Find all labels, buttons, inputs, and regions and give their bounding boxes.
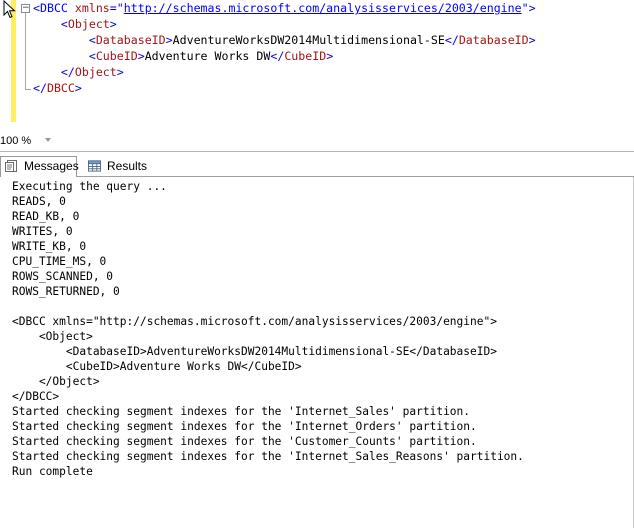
message-line: <Object> bbox=[12, 330, 93, 343]
code-token: AdventureWorksDW2014Multidimensional-SE bbox=[172, 33, 445, 47]
zoom-level[interactable]: 100 % bbox=[0, 135, 31, 147]
code-token: DatabaseID bbox=[95, 33, 166, 47]
message-line: Executing the query ... bbox=[12, 180, 167, 193]
message-line: READS, 0 bbox=[12, 195, 66, 208]
messages-pane[interactable]: Executing the query ... READS, 0 READ_KB, … bbox=[0, 177, 634, 528]
message-line: </Object> bbox=[12, 375, 100, 388]
results-tab-strip: Messages Results bbox=[0, 156, 634, 177]
code-token: =" bbox=[109, 1, 124, 15]
code-token: CubeID bbox=[95, 49, 138, 63]
code-line: <DBCC xmlns="http://schemas.microsoft.co… bbox=[33, 0, 536, 16]
code-token: CubeID bbox=[284, 49, 327, 63]
code-token: Adventure Works DW bbox=[144, 49, 271, 63]
code-token: < bbox=[88, 33, 96, 47]
zoom-bar: 100 % bbox=[0, 132, 634, 151]
code-token: </ bbox=[60, 65, 75, 79]
fold-guide-end bbox=[25, 89, 31, 90]
code-token: > bbox=[137, 49, 145, 63]
message-line: Run complete bbox=[12, 465, 93, 478]
code-line: <Object> bbox=[33, 16, 117, 32]
code-line: <DatabaseID>AdventureWorksDW2014Multidim… bbox=[33, 32, 536, 48]
message-line: ROWS_SCANNED, 0 bbox=[12, 270, 114, 283]
message-line: WRITE_KB, 0 bbox=[12, 240, 87, 253]
message-line: Started checking segment indexes for the… bbox=[12, 405, 471, 418]
code-line: </DBCC> bbox=[33, 80, 82, 96]
code-token: </ bbox=[270, 49, 285, 63]
code-token: > bbox=[165, 33, 173, 47]
message-line: Started checking segment indexes for the… bbox=[12, 450, 524, 463]
code-token: <DBCC bbox=[33, 1, 75, 15]
message-line bbox=[12, 299, 524, 314]
tab-results[interactable]: Results bbox=[84, 157, 148, 176]
code-token: </ bbox=[444, 33, 459, 47]
grid-icon bbox=[88, 160, 101, 172]
messages-output: Executing the query ... READS, 0 READ_KB, … bbox=[12, 179, 524, 479]
mouse-cursor-icon bbox=[3, 0, 16, 19]
message-line: <DatabaseID>AdventureWorksDW2014Multidim… bbox=[12, 345, 497, 358]
collapse-icon[interactable]: − bbox=[21, 4, 30, 13]
code-line: </Object> bbox=[33, 64, 124, 80]
code-token: DBCC bbox=[46, 81, 75, 95]
messages-icon bbox=[5, 160, 17, 172]
message-line: READ_KB, 0 bbox=[12, 210, 80, 223]
message-line: WRITES, 0 bbox=[12, 225, 73, 238]
code-line: <CubeID>Adventure Works DW</CubeID> bbox=[33, 48, 333, 64]
tab-messages-label: Messages bbox=[24, 159, 79, 173]
code-token: > bbox=[528, 33, 536, 47]
code-token: > bbox=[326, 49, 334, 63]
tab-results-label: Results bbox=[107, 159, 148, 173]
tab-messages[interactable]: Messages bbox=[0, 156, 79, 177]
fold-guide-line bbox=[25, 13, 26, 90]
code-token: </ bbox=[33, 81, 47, 95]
message-line: <DBCC xmlns="http://schemas.microsoft.co… bbox=[12, 315, 497, 328]
message-line: <CubeID>Adventure Works DW</CubeID> bbox=[12, 360, 302, 373]
message-line: ROWS_RETURNED, 0 bbox=[12, 285, 120, 298]
code-token: "> bbox=[521, 1, 536, 15]
code-token: > bbox=[74, 81, 82, 95]
code-token: < bbox=[88, 49, 96, 63]
message-line: Started checking segment indexes for the… bbox=[12, 435, 477, 448]
code-token: DatabaseID bbox=[458, 33, 529, 47]
code-token: < bbox=[60, 17, 68, 31]
code-link[interactable]: http://schemas.microsoft.com/analysisser… bbox=[124, 1, 522, 15]
code-token: xmlns bbox=[74, 1, 110, 15]
query-editor[interactable]: − <DBCC xmlns="http://schemas.microsoft.… bbox=[0, 0, 634, 132]
code-token: Object bbox=[67, 17, 110, 31]
message-line: CPU_TIME_MS, 0 bbox=[12, 255, 107, 268]
code-token: Object bbox=[74, 65, 117, 79]
message-line: Started checking segment indexes for the… bbox=[12, 420, 477, 433]
message-line: </DBCC> bbox=[12, 390, 60, 403]
code-token: > bbox=[116, 65, 124, 79]
code-token: > bbox=[109, 17, 117, 31]
